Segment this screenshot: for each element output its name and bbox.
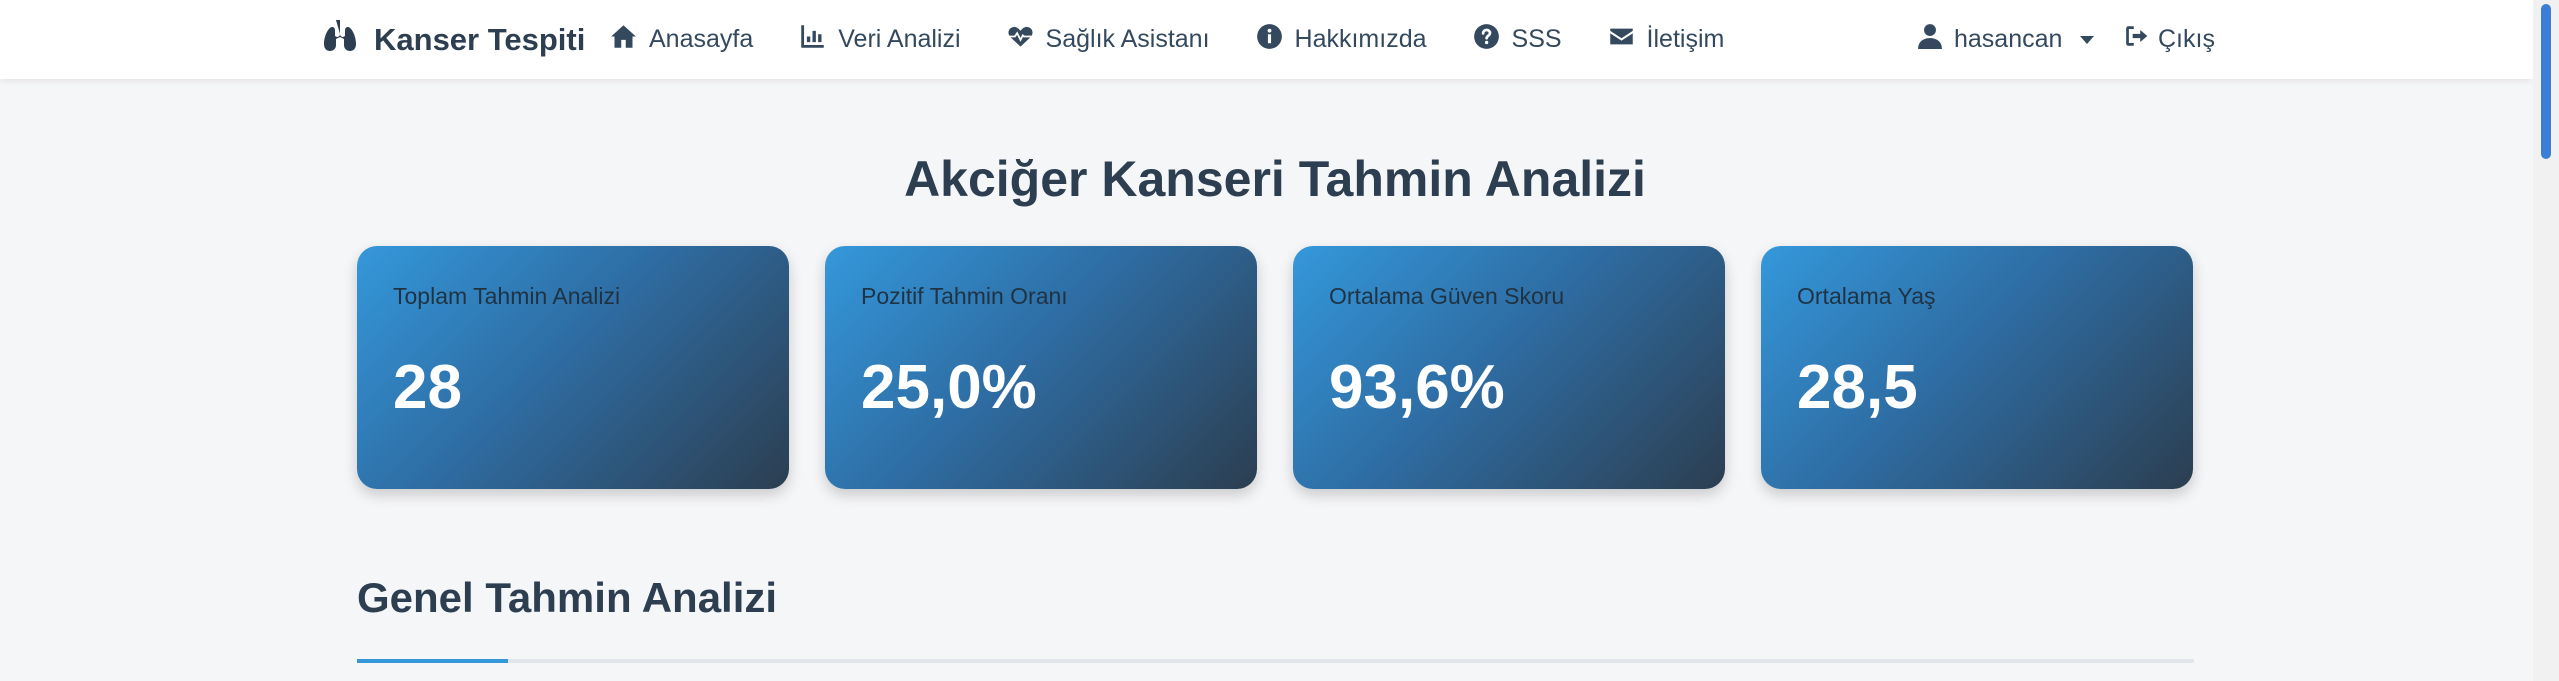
info-icon (1256, 23, 1283, 57)
nav-item-label: SSS (1511, 25, 1562, 53)
envelope-icon (1608, 23, 1635, 57)
nav-item-anasayfa[interactable]: Anasayfa (610, 23, 753, 57)
stat-card-average-age: Ortalama Yaş 28,5 (1761, 246, 2193, 489)
nav-item-iletisim[interactable]: İletişim (1608, 23, 1725, 57)
stat-value: 93,6% (1329, 353, 1505, 422)
nav-item-saglik-asistani[interactable]: Sağlık Asistanı (1007, 23, 1210, 57)
stat-label: Toplam Tahmin Analizi (393, 283, 621, 309)
home-icon (610, 23, 637, 57)
stat-label: Ortalama Güven Skoru (1329, 283, 1565, 309)
nav-item-hakkimizda[interactable]: Hakkımızda (1256, 23, 1427, 57)
stat-card-positive-rate: Pozitif Tahmin Oranı 25,0% (825, 246, 1257, 489)
heartbeat-icon (1007, 23, 1034, 57)
top-navbar: Kanser Tespiti Anasayfa Veri Analizi Sağ… (0, 0, 2533, 79)
nav-item-label: Sağlık Asistanı (1045, 25, 1210, 53)
logout-link[interactable]: Çıkış (2124, 0, 2215, 79)
user-name: hasancan (1954, 25, 2063, 53)
nav-item-label: Anasayfa (649, 25, 754, 53)
stat-card-total-analyses: Toplam Tahmin Analizi 28 (357, 246, 789, 489)
section-title: Genel Tahmin Analizi (357, 574, 778, 621)
stat-value: 28,5 (1797, 353, 1918, 422)
stats-cards: Toplam Tahmin Analizi 28 Pozitif Tahmin … (357, 246, 2193, 489)
sign-out-icon (2124, 23, 2150, 56)
user-dropdown[interactable]: hasancan (1918, 0, 2095, 79)
question-icon (1473, 23, 1500, 57)
stat-card-confidence-score: Ortalama Güven Skoru 93,6% (1293, 246, 1725, 489)
stat-value: 25,0% (861, 353, 1037, 422)
nav-item-label: İletişim (1646, 25, 1725, 53)
user-icon (1918, 23, 1942, 56)
stat-value: 28 (393, 353, 462, 422)
page-title: Akciğer Kanseri Tahmin Analizi (904, 151, 1646, 207)
section-divider (357, 659, 2194, 663)
stat-label: Pozitif Tahmin Oranı (861, 283, 1068, 309)
vertical-scrollbar[interactable] (2533, 0, 2559, 681)
section-divider-accent (357, 659, 508, 663)
nav-item-sss[interactable]: SSS (1473, 23, 1562, 57)
nav-item-label: Hakkımızda (1294, 25, 1427, 53)
scrollbar-thumb[interactable] (2541, 4, 2551, 159)
nav-item-veri-analizi[interactable]: Veri Analizi (799, 23, 961, 57)
nav-item-label: Veri Analizi (838, 25, 961, 53)
stat-label: Ortalama Yaş (1797, 283, 1936, 309)
brand-name: Kanser Tespiti (374, 21, 586, 57)
logout-label: Çıkış (2158, 25, 2215, 53)
brand-link[interactable]: Kanser Tespiti (318, 0, 585, 79)
nav-links: Anasayfa Veri Analizi Sağlık Asistanı Ha… (610, 0, 1770, 79)
caret-down-icon (2080, 35, 2095, 44)
lungs-icon (318, 16, 358, 64)
chart-icon (799, 23, 826, 57)
